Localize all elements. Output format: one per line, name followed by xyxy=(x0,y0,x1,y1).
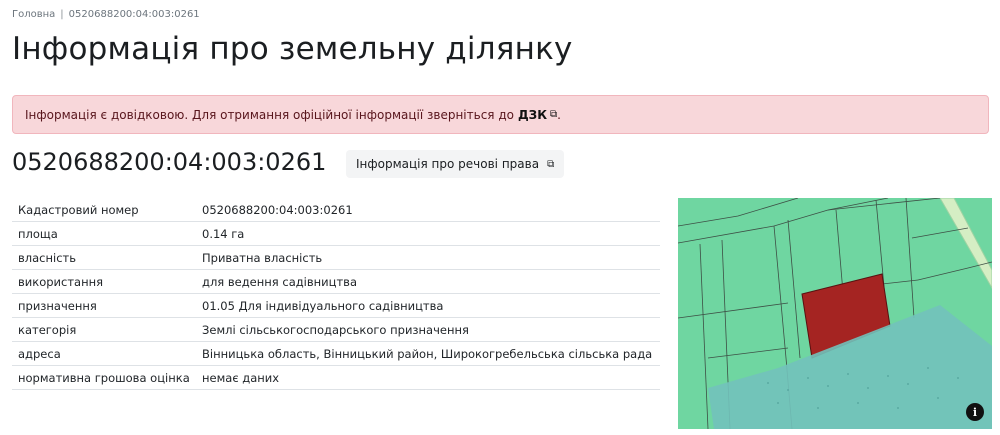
row-label: адреса xyxy=(12,341,196,366)
breadcrumb-home-link[interactable]: Головна xyxy=(12,9,55,20)
map-canvas[interactable] xyxy=(678,198,992,429)
page-title: Інформація про земельну ділянку xyxy=(12,31,573,67)
row-value: для ведення садівництва xyxy=(196,269,660,294)
table-row: адреса Вінницька область, Вінницький райо… xyxy=(12,341,660,366)
table-row: нормативна грошова оцінка немає даних xyxy=(12,365,660,390)
breadcrumb-separator: | xyxy=(60,9,64,20)
row-value: Землі сільськогосподарського призначення xyxy=(196,317,660,342)
row-label: призначення xyxy=(12,293,196,318)
row-label: категорія xyxy=(12,317,196,342)
row-value: Приватна власність xyxy=(196,245,660,270)
table-row: Кадастровий номер 0520688200:04:003:0261 xyxy=(12,198,660,222)
table-row: використання для ведення садівництва xyxy=(12,269,660,294)
table-row: категорія Землі сільськогосподарського пр… xyxy=(12,317,660,342)
row-label: площа xyxy=(12,221,196,246)
table-row: призначення 01.05 Для індивідуального сад… xyxy=(12,293,660,318)
property-rights-label: Інформація про речові права xyxy=(356,157,540,171)
parcel-map[interactable]: i xyxy=(678,198,992,429)
external-link-icon: ⧉ xyxy=(550,109,558,120)
breadcrumb-current: 0520688200:04:003:0261 xyxy=(68,9,200,20)
row-value: немає даних xyxy=(196,365,660,390)
alert-suffix: . xyxy=(557,107,561,122)
row-value: 0520688200:04:003:0261 xyxy=(196,198,660,222)
property-rights-button[interactable]: Інформація про речові права ⧉ xyxy=(346,150,565,178)
table-row: площа 0.14 га xyxy=(12,221,660,246)
parcel-info-table: Кадастровий номер 0520688200:04:003:0261 п… xyxy=(12,198,660,390)
row-label: нормативна грошова оцінка xyxy=(12,365,196,390)
row-value: 0.14 га xyxy=(196,221,660,246)
row-label: власність xyxy=(12,245,196,270)
row-label: використання xyxy=(12,269,196,294)
row-label: Кадастровий номер xyxy=(12,198,196,222)
row-value: 01.05 Для індивідуального садівництва xyxy=(196,293,660,318)
cadastral-number-heading: 0520688200:04:003:0261 xyxy=(12,148,327,176)
info-icon[interactable]: i xyxy=(966,403,984,421)
breadcrumb: Головна | 0520688200:04:003:0261 xyxy=(12,9,200,20)
row-value: Вінницька область, Вінницький район, Шир… xyxy=(196,341,660,366)
external-link-icon: ⧉ xyxy=(547,158,555,170)
info-alert: Інформація є довідковою. Для отримання о… xyxy=(12,95,989,134)
dzk-link[interactable]: ДЗК xyxy=(518,108,547,122)
alert-text: Інформація є довідковою. Для отримання о… xyxy=(25,107,514,122)
table-row: власність Приватна власність xyxy=(12,245,660,270)
